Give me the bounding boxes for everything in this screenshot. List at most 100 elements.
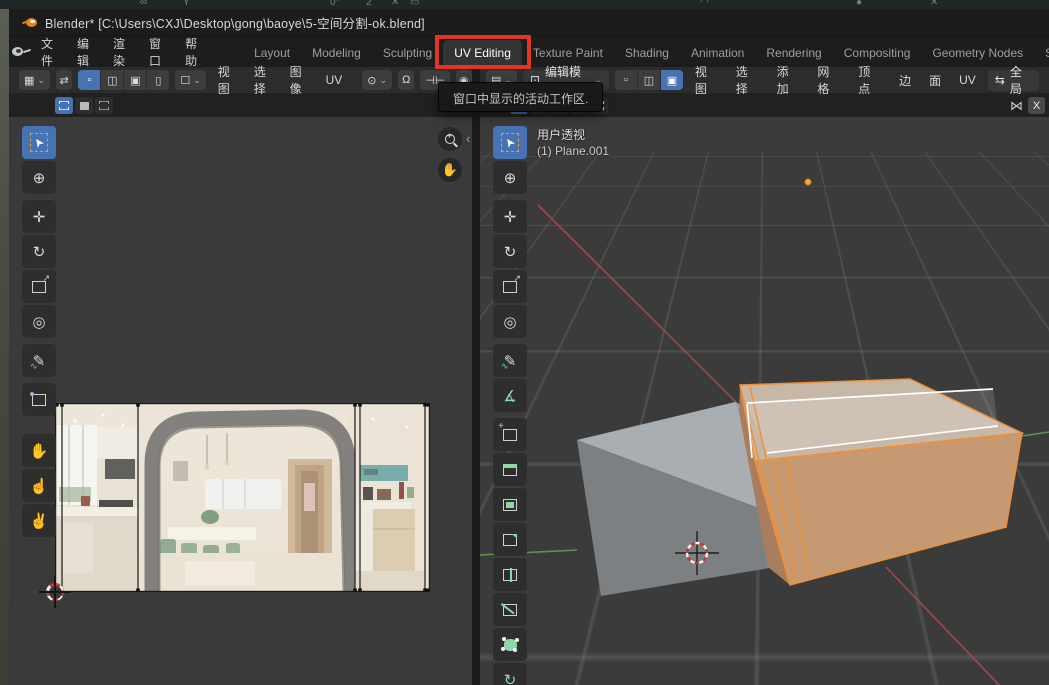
uv-select-edge-button[interactable]: ◫ xyxy=(101,70,123,90)
uv-tool-rip-region[interactable] xyxy=(22,383,56,416)
tool-scale[interactable] xyxy=(493,270,527,303)
uv-select-mode-subtract-button[interactable] xyxy=(95,97,113,114)
mirror-icon: ⋈ xyxy=(1010,98,1023,114)
uv-menu-select[interactable]: 选择 xyxy=(248,63,278,97)
uv-sticky-selection-dropdown[interactable]: ☐ ⌄ xyxy=(175,70,205,90)
y-axis-line-right xyxy=(1022,432,1049,436)
uv-tool-grab[interactable]: ✋ xyxy=(22,434,56,467)
spin-icon: ↻ xyxy=(504,671,517,685)
view-menu[interactable]: 视图 xyxy=(689,63,724,97)
menu-edit[interactable]: 编辑 xyxy=(77,35,89,69)
uv-pan-button[interactable]: ✋ xyxy=(438,158,462,182)
title-bar: Blender* [C:\Users\CXJ\Desktop\gong\baoy… xyxy=(9,9,1049,36)
uv-select-mode-set-button[interactable] xyxy=(55,97,73,114)
grab-hand-icon: ✋ xyxy=(30,442,49,460)
x-axis-line xyxy=(538,205,738,404)
transform-icon: ◎ xyxy=(32,313,45,331)
tool-knife[interactable] xyxy=(493,593,527,626)
uv-sync-selection-toggle[interactable]: ⇄ xyxy=(56,70,72,90)
tab-uv-editing[interactable]: UV Editing xyxy=(443,40,522,67)
menu-render[interactable]: 渲染 xyxy=(113,35,125,69)
uv-tool-transform[interactable]: ◎ xyxy=(22,305,56,338)
move-icon: ✛ xyxy=(504,208,517,226)
poly-build-icon xyxy=(504,639,517,651)
tool-rotate[interactable]: ↻ xyxy=(493,235,527,268)
viewport-3d[interactable]: 用户透视 (1) Plane.001 ➤ ⊕ ✛ ↻ ◎ ✎∿ ∡ ↻ xyxy=(480,117,1049,685)
mirror-x-button[interactable]: X xyxy=(1028,97,1045,114)
edge-menu[interactable]: 边 xyxy=(893,72,917,89)
uv-sidebar-toggle[interactable]: ‹ xyxy=(466,131,470,146)
uv-menu-view[interactable]: 视图 xyxy=(212,63,242,97)
bg-glyph: ▭ xyxy=(410,0,419,8)
tab-script[interactable]: Script xyxy=(1034,40,1049,67)
uv-snap-toggle[interactable]: Ω xyxy=(398,70,414,90)
uv-tool-move[interactable]: ✛ xyxy=(22,200,56,233)
uv-tool-scale[interactable] xyxy=(22,270,56,303)
uv-2d-cursor[interactable] xyxy=(46,583,64,601)
uv-menu-image[interactable]: 图像 xyxy=(284,63,314,97)
tooltip-text: 窗口中显示的活动工作区. xyxy=(453,92,588,106)
uv-image-panorama[interactable] xyxy=(55,403,430,592)
tool-loop-cut[interactable] xyxy=(493,558,527,591)
menu-file[interactable]: 文件 xyxy=(41,35,53,69)
vertex-menu[interactable]: 顶点 xyxy=(852,63,887,97)
window-title: Blender* [C:\Users\CXJ\Desktop\gong\baoy… xyxy=(45,13,425,32)
bg-glyph: ● xyxy=(856,0,862,8)
uv-pivot-dropdown[interactable]: ⊙ ⌄ xyxy=(362,70,392,90)
tab-shading[interactable]: Shading xyxy=(614,40,680,67)
tool-cursor[interactable]: ⊕ xyxy=(493,161,527,194)
sync-arrows-icon: ⇄ xyxy=(60,74,69,87)
tool-add-cube[interactable] xyxy=(493,418,527,451)
uv-menu[interactable]: UV xyxy=(953,73,982,87)
uv-select-vertex-button[interactable]: ▫ xyxy=(78,70,100,90)
tab-sculpting[interactable]: Sculpting xyxy=(372,40,443,67)
vertex-mode-button[interactable]: ▫ xyxy=(615,70,637,90)
uv-tool-relax[interactable]: ☝ xyxy=(22,469,56,502)
bg-glyph: 0° xyxy=(330,0,340,8)
uv-select-face-button[interactable]: ▣ xyxy=(124,70,146,90)
edge-select-icon: ◫ xyxy=(107,74,117,87)
tool-annotate[interactable]: ✎∿ xyxy=(493,344,527,377)
uv-tool-cursor[interactable]: ⊕ xyxy=(22,161,56,194)
editor-divider[interactable] xyxy=(472,67,480,685)
bg-glyph: Y xyxy=(183,0,190,8)
uv-select-island-button[interactable]: ▯ xyxy=(147,70,169,90)
face-menu[interactable]: 面 xyxy=(923,72,947,89)
uv-zoom-button[interactable] xyxy=(438,127,462,151)
mesh-menu[interactable]: 网格 xyxy=(811,63,846,97)
transform-orientation-dropdown[interactable]: ⇆ 全局 xyxy=(988,70,1039,91)
add-menu[interactable]: 添加 xyxy=(771,63,806,97)
tool-poly-build[interactable] xyxy=(493,628,527,661)
sticky-select-icon: ☐ xyxy=(180,74,190,87)
uv-tool-pinch[interactable]: ✌ xyxy=(22,504,56,537)
tool-bevel[interactable] xyxy=(493,523,527,556)
tool-spin[interactable]: ↻ xyxy=(493,663,527,685)
rip-region-icon xyxy=(32,394,46,406)
uv-editor-type-dropdown[interactable]: ▦ ⌄ xyxy=(19,70,50,90)
orientation-axes-icon: ⇆ xyxy=(995,73,1005,87)
uv-tool-rotate[interactable]: ↻ xyxy=(22,235,56,268)
uv-tool-tweak[interactable]: ➤ xyxy=(22,126,56,159)
face-mode-button[interactable]: ▣ xyxy=(661,70,683,90)
menu-window[interactable]: 窗口 xyxy=(149,35,161,69)
viewport-scene xyxy=(480,117,1049,685)
uv-select-mode-extend-button[interactable] xyxy=(75,97,93,114)
uv-menu-uv[interactable]: UV xyxy=(320,73,349,87)
edge-mode-button[interactable]: ◫ xyxy=(638,70,660,90)
blender-window: ∞ Y 0° 2 ✕ ▭ ◠ ● ✕ Blender* [C:\Users\CX… xyxy=(0,0,1049,685)
scale-icon xyxy=(503,281,517,293)
tool-tweak[interactable]: ➤ xyxy=(493,126,527,159)
face-select-icon: ▣ xyxy=(667,74,677,87)
menu-help[interactable]: 帮助 xyxy=(185,35,197,69)
pinch-fingers-icon: ✌ xyxy=(30,512,49,530)
tool-transform[interactable]: ◎ xyxy=(493,305,527,338)
tool-move[interactable]: ✛ xyxy=(493,200,527,233)
select-menu[interactable]: 选择 xyxy=(730,63,765,97)
object-origin-dot xyxy=(805,179,811,185)
tool-inset-faces[interactable] xyxy=(493,488,527,521)
tool-measure[interactable]: ∡ xyxy=(493,379,527,412)
rotate-icon: ↻ xyxy=(504,243,517,261)
add-cube-icon xyxy=(503,429,517,441)
tool-extrude-region[interactable] xyxy=(493,453,527,486)
uv-tool-annotate[interactable]: ✎∿ xyxy=(22,344,56,377)
